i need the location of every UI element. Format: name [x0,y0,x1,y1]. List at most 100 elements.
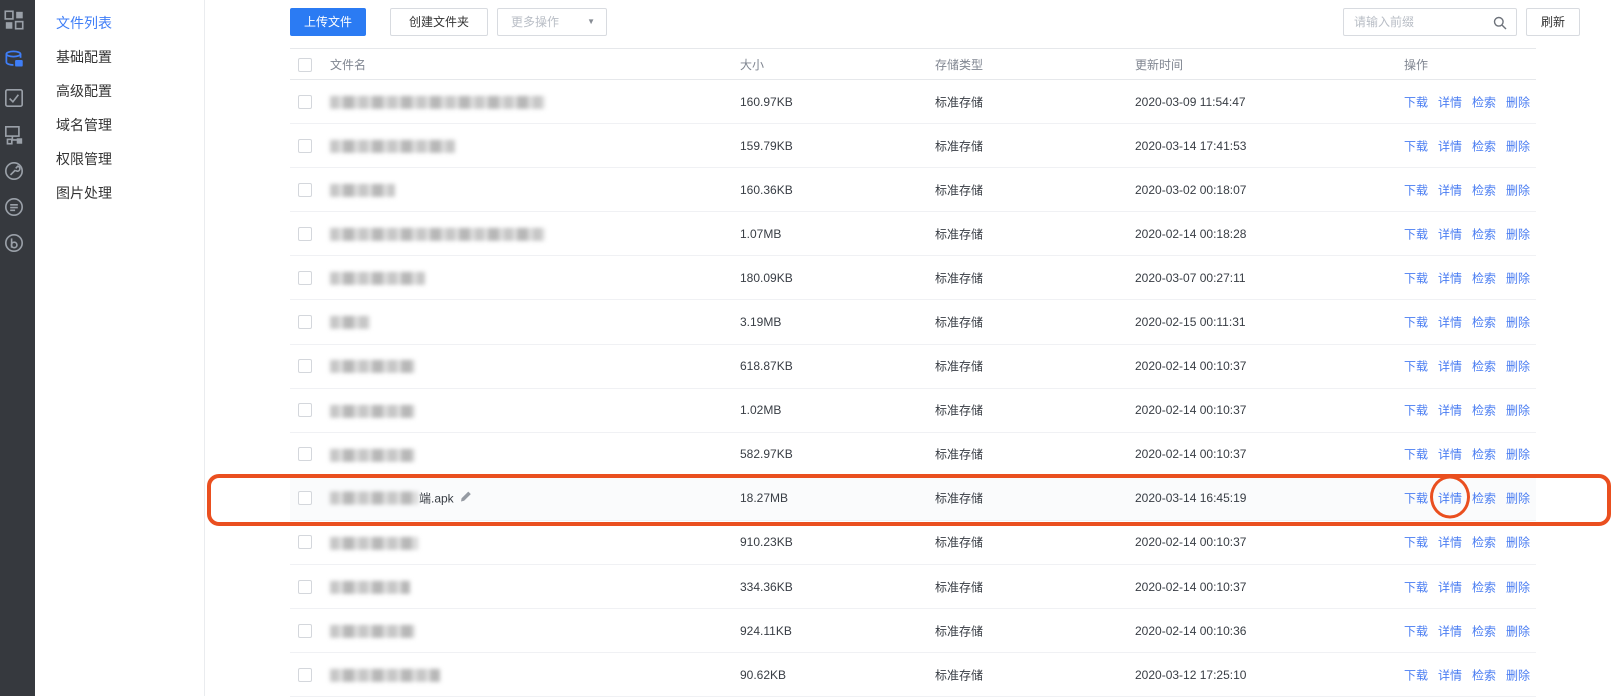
action-details[interactable]: 详情 [1438,446,1462,463]
action-retrieve[interactable]: 检索 [1472,269,1496,286]
row-checkbox[interactable] [298,183,312,197]
console-grid-icon[interactable] [2,8,26,32]
action-retrieve[interactable]: 检索 [1472,225,1496,242]
action-details[interactable]: 详情 [1438,269,1462,286]
row-checkbox[interactable] [298,624,312,638]
info-circle-icon[interactable] [2,231,26,255]
row-checkbox[interactable] [298,359,312,373]
row-actions: 下载详情检索删除 [1404,622,1530,639]
redacted-file-name [330,228,545,241]
action-download[interactable]: 下载 [1404,534,1428,551]
action-retrieve[interactable]: 检索 [1472,666,1496,683]
action-delete[interactable]: 删除 [1506,269,1530,286]
tools-wrench-icon[interactable] [2,159,26,183]
row-checkbox[interactable] [298,315,312,329]
action-delete[interactable]: 删除 [1506,358,1530,375]
action-details[interactable]: 详情 [1438,578,1462,595]
table-row: 端.apk 18.27MB 标准存储 2020-03-14 16:45:19 下… [290,477,1536,521]
file-name-cell [330,668,440,682]
action-retrieve[interactable]: 检索 [1472,181,1496,198]
action-delete[interactable]: 删除 [1506,578,1530,595]
select-all-checkbox[interactable] [298,58,312,72]
tune-lines-icon[interactable] [2,195,26,219]
action-retrieve[interactable]: 检索 [1472,578,1496,595]
action-delete[interactable]: 删除 [1506,225,1530,242]
action-delete[interactable]: 删除 [1506,446,1530,463]
action-retrieve[interactable]: 检索 [1472,490,1496,507]
refresh-button[interactable]: 刷新 [1526,8,1580,36]
action-details[interactable]: 详情 [1438,402,1462,419]
row-checkbox[interactable] [298,447,312,461]
action-delete[interactable]: 删除 [1506,402,1530,419]
action-download[interactable]: 下载 [1404,446,1428,463]
row-actions: 下载详情检索删除 [1404,446,1530,463]
action-details[interactable]: 详情 [1438,137,1462,154]
row-checkbox[interactable] [298,491,312,505]
create-folder-button[interactable]: 创建文件夹 [390,8,488,36]
action-download[interactable]: 下载 [1404,402,1428,419]
action-download[interactable]: 下载 [1404,314,1428,331]
action-details[interactable]: 详情 [1438,314,1462,331]
action-retrieve[interactable]: 检索 [1472,534,1496,551]
action-details[interactable]: 详情 [1438,622,1462,639]
edit-pencil-icon[interactable] [460,491,472,506]
action-delete[interactable]: 删除 [1506,181,1530,198]
action-retrieve[interactable]: 检索 [1472,137,1496,154]
action-download[interactable]: 下载 [1404,358,1428,375]
action-details[interactable]: 详情 [1438,490,1462,507]
action-delete[interactable]: 删除 [1506,622,1530,639]
row-checkbox[interactable] [298,580,312,594]
action-retrieve[interactable]: 检索 [1472,314,1496,331]
action-delete[interactable]: 删除 [1506,666,1530,683]
action-details[interactable]: 详情 [1438,181,1462,198]
action-details[interactable]: 详情 [1438,358,1462,375]
action-download[interactable]: 下载 [1404,137,1428,154]
action-details[interactable]: 详情 [1438,93,1462,110]
action-delete[interactable]: 删除 [1506,137,1530,154]
action-download[interactable]: 下载 [1404,578,1428,595]
storage-bucket-icon[interactable] [2,48,26,72]
row-checkbox[interactable] [298,139,312,153]
action-retrieve[interactable]: 检索 [1472,446,1496,463]
sidebar-item-permission-management[interactable]: 权限管理 [35,142,204,176]
action-details[interactable]: 详情 [1438,666,1462,683]
sidebar-item-domain-management[interactable]: 域名管理 [35,108,204,142]
action-details[interactable]: 详情 [1438,225,1462,242]
row-checkbox[interactable] [298,227,312,241]
action-retrieve[interactable]: 检索 [1472,622,1496,639]
icon-rail [0,0,35,696]
action-delete[interactable]: 删除 [1506,490,1530,507]
action-delete[interactable]: 删除 [1506,93,1530,110]
sidebar-item-image-processing[interactable]: 图片处理 [35,176,204,210]
action-details[interactable]: 详情 [1438,534,1462,551]
table-body: 160.97KB 标准存储 2020-03-09 11:54:47 下载详情检索… [290,80,1536,697]
row-checkbox[interactable] [298,95,312,109]
table-row: 159.79KB 标准存储 2020-03-14 17:41:53 下载详情检索… [290,124,1536,168]
action-download[interactable]: 下载 [1404,181,1428,198]
row-checkbox[interactable] [298,668,312,682]
sidebar-item-basic-config[interactable]: 基础配置 [35,40,204,74]
action-retrieve[interactable]: 检索 [1472,402,1496,419]
row-checkbox[interactable] [298,403,312,417]
more-actions-dropdown[interactable]: 更多操作 ▼ [497,8,607,36]
upload-file-button[interactable]: 上传文件 [290,8,366,36]
sidebar-item-advanced-config[interactable]: 高级配置 [35,74,204,108]
node-structure-icon[interactable] [2,123,26,147]
action-download[interactable]: 下载 [1404,93,1428,110]
action-download[interactable]: 下载 [1404,225,1428,242]
row-checkbox[interactable] [298,535,312,549]
search-icon[interactable] [1493,16,1507,35]
row-checkbox[interactable] [298,271,312,285]
action-delete[interactable]: 删除 [1506,314,1530,331]
action-download[interactable]: 下载 [1404,490,1428,507]
task-check-icon[interactable] [2,86,26,110]
action-download[interactable]: 下载 [1404,269,1428,286]
sidebar-item-file-list[interactable]: 文件列表 [35,6,204,40]
action-delete[interactable]: 删除 [1506,534,1530,551]
action-retrieve[interactable]: 检索 [1472,93,1496,110]
action-download[interactable]: 下载 [1404,666,1428,683]
action-download[interactable]: 下载 [1404,622,1428,639]
prefix-search-input[interactable] [1344,9,1490,35]
action-retrieve[interactable]: 检索 [1472,358,1496,375]
header-update-time: 更新时间 [1135,49,1183,81]
